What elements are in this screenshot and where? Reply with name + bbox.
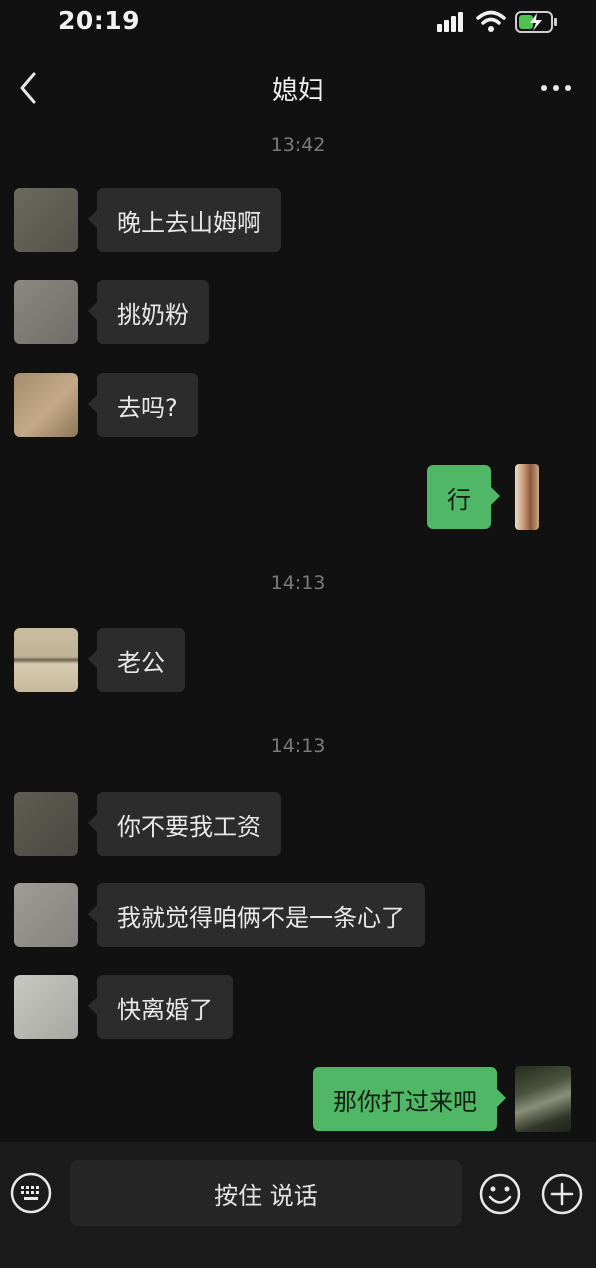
message-bubble[interactable]: 我就觉得咱俩不是一条心了 <box>88 883 425 947</box>
status-time: 20:19 <box>58 6 141 35</box>
message-bubble[interactable]: 你不要我工资 <box>88 792 281 856</box>
avatar-self[interactable] <box>515 1066 571 1132</box>
avatar[interactable] <box>14 188 78 252</box>
timestamp: 14:13 <box>270 572 326 594</box>
signal-icon <box>437 12 463 32</box>
chat-header: 媳妇 <box>0 46 596 132</box>
wifi-icon <box>476 10 506 32</box>
message-list: 13:42 晚上去山姆啊 挑奶粉 去吗? 行 14:13 老公 14:13 你不… <box>0 132 596 1142</box>
message-bubble[interactable]: 挑奶粉 <box>88 280 209 344</box>
avatar[interactable] <box>14 280 78 344</box>
message-bubble[interactable]: 晚上去山姆啊 <box>88 188 281 252</box>
avatar[interactable] <box>14 883 78 947</box>
plus-icon[interactable] <box>540 1172 584 1216</box>
message-bubble-sent[interactable]: 那你打过来吧 <box>313 1067 506 1131</box>
message-bubble-sent[interactable]: 行 <box>427 465 500 529</box>
message-bubble[interactable]: 快离婚了 <box>88 975 233 1039</box>
avatar-self[interactable] <box>515 464 539 530</box>
message-bubble[interactable]: 老公 <box>88 628 185 692</box>
avatar[interactable] <box>14 628 78 692</box>
emoji-icon[interactable] <box>478 1172 522 1216</box>
avatar[interactable] <box>14 975 78 1039</box>
status-bar: 20:19 <box>0 0 596 46</box>
more-icon[interactable] <box>536 76 576 100</box>
timestamp: 14:13 <box>270 735 326 757</box>
avatar[interactable] <box>14 373 78 437</box>
avatar[interactable] <box>14 792 78 856</box>
timestamp: 13:42 <box>270 134 326 156</box>
input-bar: 按住 说话 <box>0 1142 596 1268</box>
message-bubble[interactable]: 去吗? <box>88 373 198 437</box>
chat-title: 媳妇 <box>271 76 324 106</box>
battery-charging-icon <box>515 11 557 33</box>
hold-to-talk-button[interactable]: 按住 说话 <box>70 1160 462 1226</box>
keyboard-icon[interactable] <box>10 1172 52 1214</box>
